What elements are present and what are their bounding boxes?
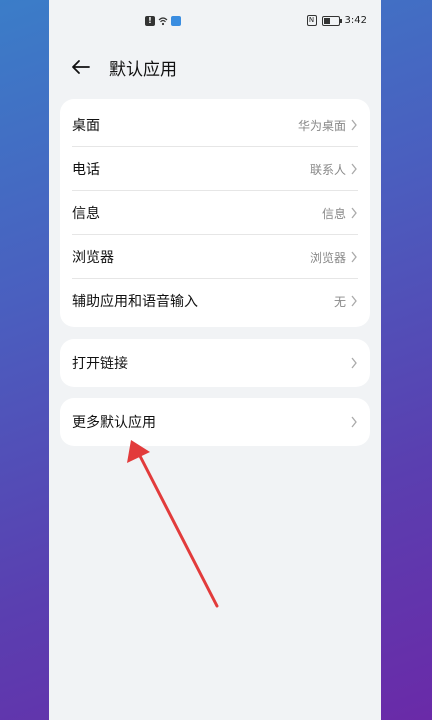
setting-row-phone[interactable]: 电话 联系人 <box>60 147 370 191</box>
status-right-icons: N 3:42 <box>306 15 367 26</box>
nfc-icon: N <box>306 15 317 26</box>
row-label: 浏览器 <box>72 250 114 266</box>
setting-row-more-default-apps[interactable]: 更多默认应用 <box>60 398 370 446</box>
row-value: 信息 <box>321 206 346 221</box>
message-notification-icon <box>171 16 181 26</box>
status-left-icons: ! <box>145 16 181 26</box>
status-time: 3:42 <box>344 15 367 26</box>
setting-row-assist-voice[interactable]: 辅助应用和语音输入 无 <box>60 279 370 323</box>
setting-row-messages[interactable]: 信息 信息 <box>60 191 370 235</box>
alert-icon: ! <box>145 16 155 26</box>
row-value: 浏览器 <box>309 250 346 265</box>
setting-row-desktop[interactable]: 桌面 华为桌面 <box>60 103 370 147</box>
setting-row-browser[interactable]: 浏览器 浏览器 <box>60 235 370 279</box>
row-value: 华为桌面 <box>297 118 346 133</box>
header: 默认应用 <box>49 50 381 84</box>
chevron-right-icon <box>351 295 357 307</box>
battery-icon <box>321 15 342 26</box>
row-label: 信息 <box>72 206 100 222</box>
chevron-right-icon <box>351 357 357 369</box>
page-title: 默认应用 <box>109 60 177 80</box>
row-label: 辅助应用和语音输入 <box>72 294 198 310</box>
row-value: 联系人 <box>309 162 346 177</box>
row-value: 无 <box>333 294 346 309</box>
open-links-group: 打开链接 <box>60 339 370 387</box>
setting-row-open-links[interactable]: 打开链接 <box>60 339 370 387</box>
chevron-right-icon <box>351 119 357 131</box>
chevron-right-icon <box>351 251 357 263</box>
row-label: 打开链接 <box>72 356 128 372</box>
chevron-right-icon <box>351 163 357 175</box>
phone-screen: ! N 3:42 默认应用 桌面 华为桌面 电话 联系人 信息 信息 浏览器 浏… <box>49 0 381 720</box>
arrow-left-icon[interactable] <box>69 55 93 79</box>
wifi-icon <box>158 17 168 26</box>
row-label: 电话 <box>72 162 100 178</box>
default-apps-group: 桌面 华为桌面 电话 联系人 信息 信息 浏览器 浏览器 辅助应用和语音输入 无 <box>60 99 370 327</box>
status-bar: ! N 3:42 <box>49 0 381 46</box>
more-default-apps-group: 更多默认应用 <box>60 398 370 446</box>
chevron-right-icon <box>351 207 357 219</box>
row-label: 更多默认应用 <box>72 415 156 431</box>
row-label: 桌面 <box>72 118 100 134</box>
chevron-right-icon <box>351 416 357 428</box>
